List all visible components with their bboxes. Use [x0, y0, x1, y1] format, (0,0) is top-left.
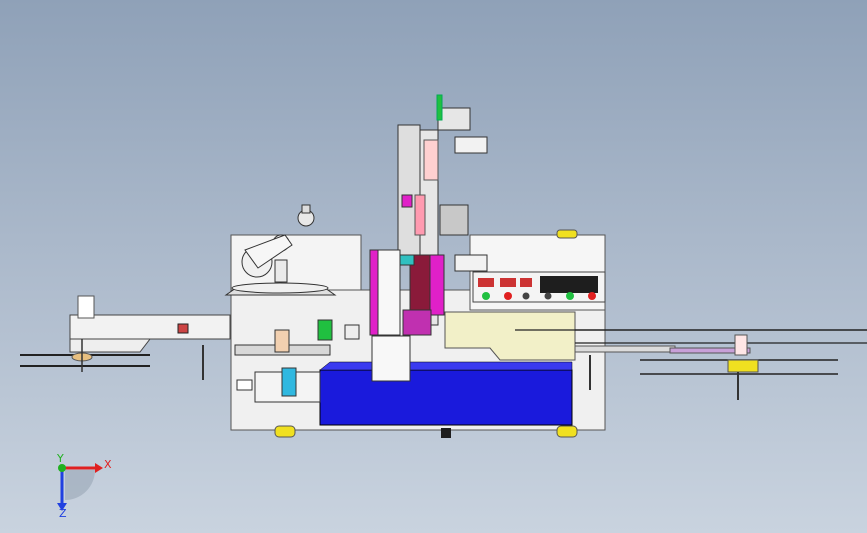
x-axis-label: X — [104, 458, 112, 471]
control-panel — [472, 271, 606, 303]
left-feed-arm — [20, 295, 231, 372]
cad-viewport[interactable]: X Y Z — [0, 0, 867, 533]
y-axis-label: Y — [56, 452, 64, 465]
z-axis-label: Z — [59, 507, 67, 520]
machine-assembly-view[interactable]: X Y Z — [0, 0, 867, 533]
blue-tank — [319, 361, 573, 426]
right-output-conveyor — [574, 329, 867, 400]
coordinate-triad: X Y Z — [56, 452, 112, 520]
y-axis-dot — [58, 464, 66, 472]
